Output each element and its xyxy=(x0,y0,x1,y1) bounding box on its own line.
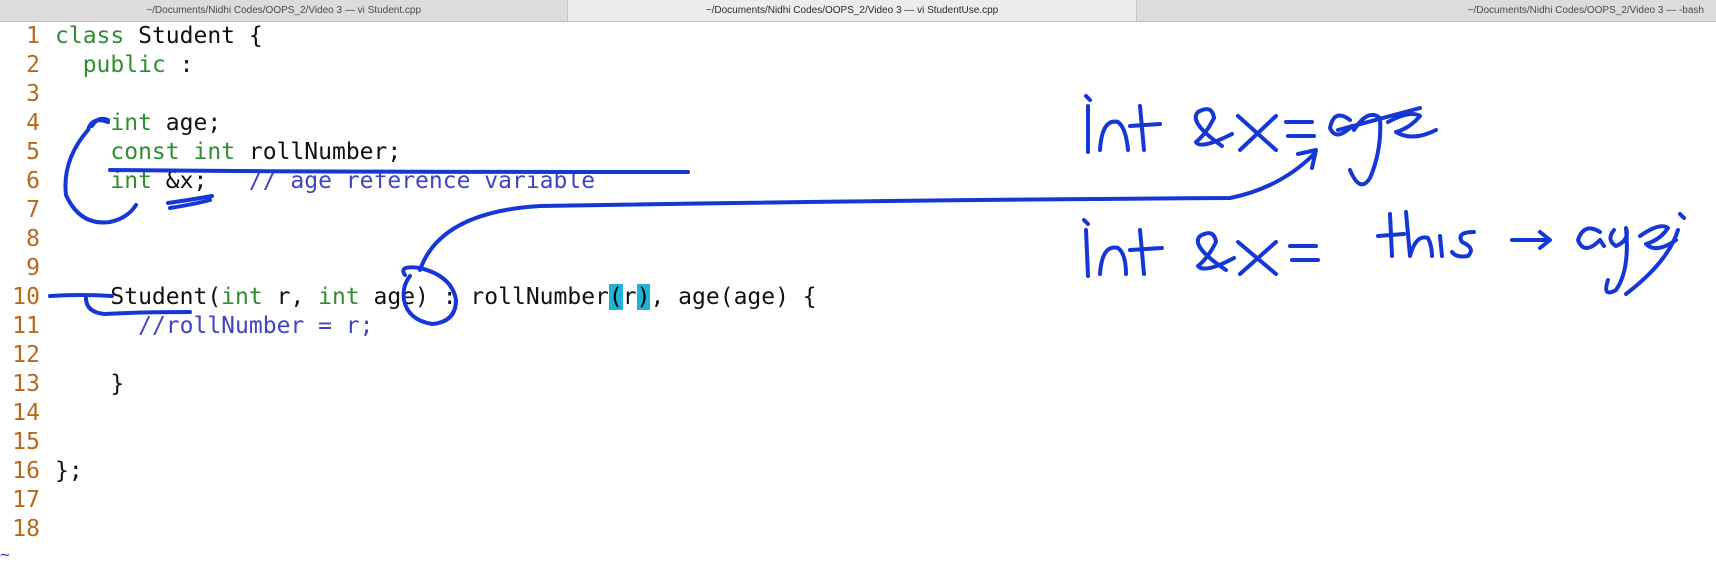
code-line[interactable]: 13 } xyxy=(0,370,124,399)
highlighted-paren: ( xyxy=(608,284,623,310)
code-token: }; xyxy=(55,458,83,484)
line-number: 13 xyxy=(12,371,40,397)
code-line[interactable]: 6 int &x; // age reference variable xyxy=(0,167,595,196)
code-line[interactable]: 4 int age; xyxy=(0,109,221,138)
code-line[interactable]: 16}; xyxy=(0,457,83,486)
code-line[interactable]: 18 xyxy=(0,515,55,544)
line-number: 2 xyxy=(26,52,40,78)
highlighted-paren: ) xyxy=(636,284,651,310)
code-token: : xyxy=(165,52,194,78)
code-token: age; xyxy=(151,110,222,136)
line-number: 9 xyxy=(26,255,40,281)
code-line[interactable]: 10 Student(int r, int age) : rollNumber(… xyxy=(0,283,817,312)
line-number: 7 xyxy=(26,197,40,223)
line-number: 16 xyxy=(12,458,40,484)
line-number: 8 xyxy=(26,226,40,252)
terminal-tab-bar: ~/Documents/Nidhi Codes/OOPS_2/Video 3 —… xyxy=(0,0,1716,22)
code-token: rollNumber; xyxy=(235,139,402,165)
line-number: 4 xyxy=(26,110,40,136)
line-number: 14 xyxy=(12,400,40,426)
code-line[interactable]: 15 xyxy=(0,428,55,457)
code-line[interactable]: 14 xyxy=(0,399,55,428)
tab-studentuse-cpp[interactable]: ~/Documents/Nidhi Codes/OOPS_2/Video 3 —… xyxy=(568,0,1137,21)
code-token: Student { xyxy=(124,23,263,49)
code-line[interactable]: 11 //rollNumber = r; xyxy=(0,312,374,341)
code-line[interactable]: 5 const int rollNumber; xyxy=(0,138,401,167)
code-token: , age(age) { xyxy=(650,284,817,310)
code-line[interactable]: 7 xyxy=(0,196,55,225)
line-number: 18 xyxy=(12,516,40,542)
tab-bash[interactable]: ~/Documents/Nidhi Codes/OOPS_2/Video 3 —… xyxy=(1137,0,1716,21)
code-token: Student( xyxy=(55,284,222,310)
code-editor[interactable]: 1 class Student {2 public :34 int age; 5 c… xyxy=(0,22,1716,576)
code-line[interactable]: 2 public : xyxy=(0,51,194,80)
code-line[interactable]: 9 xyxy=(0,254,55,283)
line-number: 6 xyxy=(26,168,40,194)
comment-token: //rollNumber = r; xyxy=(138,313,374,339)
code-token: age) : rollNumber xyxy=(359,284,609,310)
keyword-token: const xyxy=(110,139,180,165)
code-line[interactable]: 3 xyxy=(0,80,55,109)
code-line[interactable]: 12 xyxy=(0,341,55,370)
code-token: } xyxy=(55,371,125,397)
line-number: 15 xyxy=(12,429,40,455)
line-number: 1 xyxy=(26,23,40,49)
keyword-token: int xyxy=(221,284,263,310)
code-line[interactable]: 1 class Student { xyxy=(0,22,263,51)
keyword-token: int xyxy=(318,284,360,310)
code-token: r xyxy=(622,284,637,310)
keyword-token: int xyxy=(110,168,152,194)
line-number: 10 xyxy=(12,284,40,310)
code-line[interactable]: 17 xyxy=(0,486,55,515)
keyword-token: class xyxy=(55,23,125,49)
empty-line-tilde: ~ xyxy=(0,545,10,564)
line-number: 3 xyxy=(26,81,40,107)
line-number: 17 xyxy=(12,487,40,513)
comment-token: // age reference variable xyxy=(248,168,596,194)
code-token: &x; xyxy=(151,168,249,194)
keyword-token: int xyxy=(193,139,236,165)
line-number: 12 xyxy=(12,342,40,368)
code-line[interactable]: 8 xyxy=(0,225,55,254)
keyword-token: int xyxy=(110,110,152,136)
line-number: 11 xyxy=(12,313,40,339)
tab-student-cpp[interactable]: ~/Documents/Nidhi Codes/OOPS_2/Video 3 —… xyxy=(0,0,569,21)
keyword-token: public xyxy=(82,52,166,78)
line-number: 5 xyxy=(26,139,40,165)
code-token: r, xyxy=(262,284,319,310)
